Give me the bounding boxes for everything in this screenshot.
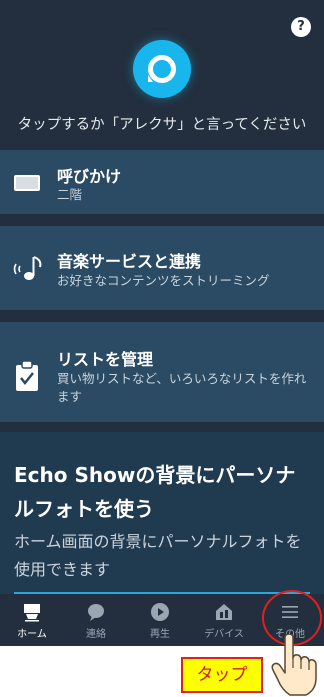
promo-description: ホーム画面の背景にパーソナルフォトを使用できます — [14, 532, 302, 579]
pointing-hand-icon — [271, 634, 317, 696]
tab-play[interactable]: 再生 — [128, 594, 192, 646]
card-call[interactable]: 呼びかけ 二階 — [0, 150, 324, 214]
tab-home-label: ホーム — [17, 629, 47, 640]
chat-bubble-icon — [88, 604, 104, 621]
alexa-app-screen: ? タップするか「アレクサ」と言ってください 呼びかけ 二階 音楽サービスと連携… — [0, 0, 324, 646]
card-music-subtitle: お好きなコンテンツをストリーミング — [57, 273, 270, 288]
tab-play-label: 再生 — [150, 629, 170, 640]
help-button[interactable]: ? — [291, 17, 311, 37]
tab-communicate[interactable]: 連絡 — [64, 594, 128, 646]
tap-callout-label: タップ — [181, 657, 263, 693]
card-music-title: 音楽サービスと連携 — [57, 252, 202, 271]
card-list[interactable]: リストを管理 買い物リストなど、いろいろなリストを作れます — [0, 322, 324, 422]
promo-banner[interactable]: Echo Showの背景にパーソナルフォトを使う ホーム画面の背景にパーソナルフ… — [0, 432, 324, 594]
card-list-title: リストを管理 — [57, 350, 154, 369]
card-call-subtitle: 二階 — [57, 187, 83, 202]
screen-device-icon — [14, 175, 40, 191]
tab-communicate-label: 連絡 — [86, 629, 106, 640]
clipboard-check-icon — [16, 360, 38, 391]
promo-heading: Echo Showの背景にパーソナルフォトを使う — [14, 463, 296, 521]
card-call-title: 呼びかけ — [57, 167, 122, 186]
echo-show-icon — [24, 604, 40, 622]
alexa-logo-tail — [148, 75, 153, 82]
devices-icon — [216, 604, 232, 620]
tab-devices[interactable]: デバイス — [192, 594, 256, 646]
voice-prompt-text: タップするか「アレクサ」と言ってください — [17, 117, 307, 133]
play-icon — [151, 603, 169, 621]
card-music-service[interactable]: 音楽サービスと連携 お好きなコンテンツをストリーミング — [0, 226, 324, 310]
tab-home[interactable]: ホーム — [0, 594, 64, 646]
music-note-icon — [13, 256, 42, 280]
tab-devices-label: デバイス — [204, 629, 244, 640]
card-list-subtitle: 買い物リストなど、いろいろなリストを作れます — [57, 371, 307, 404]
alexa-voice-button[interactable] — [133, 40, 191, 98]
